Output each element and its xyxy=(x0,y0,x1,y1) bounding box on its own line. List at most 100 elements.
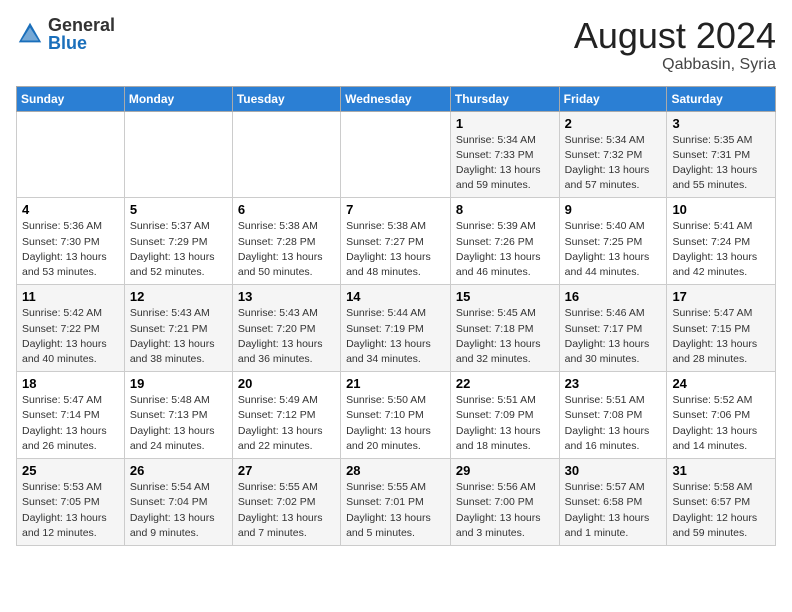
calendar-week-row: 25 Sunrise: 5:53 AM Sunset: 7:05 PM Dayli… xyxy=(17,459,776,546)
calendar-cell: 18 Sunrise: 5:47 AM Sunset: 7:14 PM Dayli… xyxy=(17,372,125,459)
day-info: Sunrise: 5:57 AM Sunset: 6:58 PM Dayligh… xyxy=(565,480,662,541)
day-info: Sunrise: 5:52 AM Sunset: 7:06 PM Dayligh… xyxy=(672,393,770,454)
day-info: Sunrise: 5:39 AM Sunset: 7:26 PM Dayligh… xyxy=(456,219,554,280)
day-info: Sunrise: 5:44 AM Sunset: 7:19 PM Dayligh… xyxy=(346,306,445,367)
calendar-week-row: 4Sunrise: 5:36 AM Sunset: 7:30 PM Daylig… xyxy=(17,198,776,285)
day-info: Sunrise: 5:46 AM Sunset: 7:17 PM Dayligh… xyxy=(565,306,662,367)
calendar-cell: 10Sunrise: 5:41 AM Sunset: 7:24 PM Dayli… xyxy=(667,198,776,285)
day-info: Sunrise: 5:47 AM Sunset: 7:14 PM Dayligh… xyxy=(22,393,119,454)
calendar-cell: 27Sunrise: 5:55 AM Sunset: 7:02 PM Dayli… xyxy=(232,459,340,546)
day-number: 6 xyxy=(238,202,335,217)
logo-icon xyxy=(16,20,44,48)
calendar-cell: 20 Sunrise: 5:49 AM Sunset: 7:12 PM Dayli… xyxy=(232,372,340,459)
calendar-cell: 15 Sunrise: 5:45 AM Sunset: 7:18 PM Dayli… xyxy=(450,285,559,372)
day-number: 25 xyxy=(22,463,119,478)
day-number: 14 xyxy=(346,289,445,304)
logo-blue-text: Blue xyxy=(48,33,87,53)
calendar-cell: 30 Sunrise: 5:57 AM Sunset: 6:58 PM Dayli… xyxy=(559,459,667,546)
calendar-cell: 8Sunrise: 5:39 AM Sunset: 7:26 PM Daylig… xyxy=(450,198,559,285)
day-number: 13 xyxy=(238,289,335,304)
calendar-week-row: 18 Sunrise: 5:47 AM Sunset: 7:14 PM Dayli… xyxy=(17,372,776,459)
weekday-header-wednesday: Wednesday xyxy=(341,86,451,111)
day-number: 1 xyxy=(456,116,554,131)
day-info: Sunrise: 5:45 AM Sunset: 7:18 PM Dayligh… xyxy=(456,306,554,367)
day-number: 31 xyxy=(672,463,770,478)
day-number: 26 xyxy=(130,463,227,478)
weekday-header-friday: Friday xyxy=(559,86,667,111)
day-number: 2 xyxy=(565,116,662,131)
weekday-header-thursday: Thursday xyxy=(450,86,559,111)
day-info: Sunrise: 5:49 AM Sunset: 7:12 PM Dayligh… xyxy=(238,393,335,454)
day-number: 22 xyxy=(456,376,554,391)
calendar-cell: 29Sunrise: 5:56 AM Sunset: 7:00 PM Dayli… xyxy=(450,459,559,546)
day-info: Sunrise: 5:50 AM Sunset: 7:10 PM Dayligh… xyxy=(346,393,445,454)
calendar-cell: 22 Sunrise: 5:51 AM Sunset: 7:09 PM Dayli… xyxy=(450,372,559,459)
month-year-title: August 2024 xyxy=(574,16,776,56)
day-number: 17 xyxy=(672,289,770,304)
calendar-cell: 13Sunrise: 5:43 AM Sunset: 7:20 PM Dayli… xyxy=(232,285,340,372)
logo-general-text: General xyxy=(48,15,115,35)
calendar-week-row: 1 Sunrise: 5:34 AM Sunset: 7:33 PM Daylig… xyxy=(17,111,776,198)
calendar-cell: 28Sunrise: 5:55 AM Sunset: 7:01 PM Dayli… xyxy=(341,459,451,546)
day-number: 11 xyxy=(22,289,119,304)
calendar-cell xyxy=(341,111,451,198)
day-info: Sunrise: 5:38 AM Sunset: 7:28 PM Dayligh… xyxy=(238,219,335,280)
calendar-cell: 11 Sunrise: 5:42 AM Sunset: 7:22 PM Dayli… xyxy=(17,285,125,372)
calendar-cell: 21 Sunrise: 5:50 AM Sunset: 7:10 PM Dayli… xyxy=(341,372,451,459)
calendar-cell: 19 Sunrise: 5:48 AM Sunset: 7:13 PM Dayli… xyxy=(124,372,232,459)
day-info: Sunrise: 5:51 AM Sunset: 7:08 PM Dayligh… xyxy=(565,393,662,454)
weekday-header-sunday: Sunday xyxy=(17,86,125,111)
calendar-cell xyxy=(124,111,232,198)
calendar-cell: 14 Sunrise: 5:44 AM Sunset: 7:19 PM Dayli… xyxy=(341,285,451,372)
calendar-cell xyxy=(17,111,125,198)
day-info: Sunrise: 5:35 AM Sunset: 7:31 PM Dayligh… xyxy=(672,133,770,194)
calendar-cell: 5Sunrise: 5:37 AM Sunset: 7:29 PM Daylig… xyxy=(124,198,232,285)
calendar-cell: 25 Sunrise: 5:53 AM Sunset: 7:05 PM Dayli… xyxy=(17,459,125,546)
day-info: Sunrise: 5:47 AM Sunset: 7:15 PM Dayligh… xyxy=(672,306,770,367)
calendar-cell: 1 Sunrise: 5:34 AM Sunset: 7:33 PM Daylig… xyxy=(450,111,559,198)
location-subtitle: Qabbasin, Syria xyxy=(574,56,776,74)
day-number: 20 xyxy=(238,376,335,391)
day-info: Sunrise: 5:55 AM Sunset: 7:02 PM Dayligh… xyxy=(238,480,335,541)
day-info: Sunrise: 5:34 AM Sunset: 7:32 PM Dayligh… xyxy=(565,133,662,194)
weekday-header-row: SundayMondayTuesdayWednesdayThursdayFrid… xyxy=(17,86,776,111)
calendar-cell: 4Sunrise: 5:36 AM Sunset: 7:30 PM Daylig… xyxy=(17,198,125,285)
day-info: Sunrise: 5:51 AM Sunset: 7:09 PM Dayligh… xyxy=(456,393,554,454)
day-number: 21 xyxy=(346,376,445,391)
day-number: 3 xyxy=(672,116,770,131)
day-info: Sunrise: 5:37 AM Sunset: 7:29 PM Dayligh… xyxy=(130,219,227,280)
day-info: Sunrise: 5:34 AM Sunset: 7:33 PM Dayligh… xyxy=(456,133,554,194)
day-number: 19 xyxy=(130,376,227,391)
page-header: General Blue August 2024 Qabbasin, Syria xyxy=(16,16,776,74)
calendar-cell: 12 Sunrise: 5:43 AM Sunset: 7:21 PM Dayli… xyxy=(124,285,232,372)
day-info: Sunrise: 5:43 AM Sunset: 7:21 PM Dayligh… xyxy=(130,306,227,367)
calendar-table: SundayMondayTuesdayWednesdayThursdayFrid… xyxy=(16,86,776,546)
calendar-cell: 31Sunrise: 5:58 AM Sunset: 6:57 PM Dayli… xyxy=(667,459,776,546)
day-number: 10 xyxy=(672,202,770,217)
day-number: 12 xyxy=(130,289,227,304)
calendar-cell xyxy=(232,111,340,198)
day-info: Sunrise: 5:38 AM Sunset: 7:27 PM Dayligh… xyxy=(346,219,445,280)
title-block: August 2024 Qabbasin, Syria xyxy=(574,16,776,74)
logo: General Blue xyxy=(16,16,115,52)
day-info: Sunrise: 5:40 AM Sunset: 7:25 PM Dayligh… xyxy=(565,219,662,280)
day-info: Sunrise: 5:42 AM Sunset: 7:22 PM Dayligh… xyxy=(22,306,119,367)
day-number: 9 xyxy=(565,202,662,217)
day-number: 23 xyxy=(565,376,662,391)
calendar-cell: 9 Sunrise: 5:40 AM Sunset: 7:25 PM Daylig… xyxy=(559,198,667,285)
calendar-cell: 23 Sunrise: 5:51 AM Sunset: 7:08 PM Dayli… xyxy=(559,372,667,459)
day-number: 30 xyxy=(565,463,662,478)
calendar-cell: 24Sunrise: 5:52 AM Sunset: 7:06 PM Dayli… xyxy=(667,372,776,459)
calendar-cell: 3 Sunrise: 5:35 AM Sunset: 7:31 PM Daylig… xyxy=(667,111,776,198)
day-info: Sunrise: 5:56 AM Sunset: 7:00 PM Dayligh… xyxy=(456,480,554,541)
weekday-header-saturday: Saturday xyxy=(667,86,776,111)
day-info: Sunrise: 5:36 AM Sunset: 7:30 PM Dayligh… xyxy=(22,219,119,280)
day-info: Sunrise: 5:53 AM Sunset: 7:05 PM Dayligh… xyxy=(22,480,119,541)
calendar-cell: 26 Sunrise: 5:54 AM Sunset: 7:04 PM Dayli… xyxy=(124,459,232,546)
day-number: 28 xyxy=(346,463,445,478)
day-info: Sunrise: 5:54 AM Sunset: 7:04 PM Dayligh… xyxy=(130,480,227,541)
day-number: 15 xyxy=(456,289,554,304)
day-number: 18 xyxy=(22,376,119,391)
day-number: 7 xyxy=(346,202,445,217)
day-info: Sunrise: 5:48 AM Sunset: 7:13 PM Dayligh… xyxy=(130,393,227,454)
